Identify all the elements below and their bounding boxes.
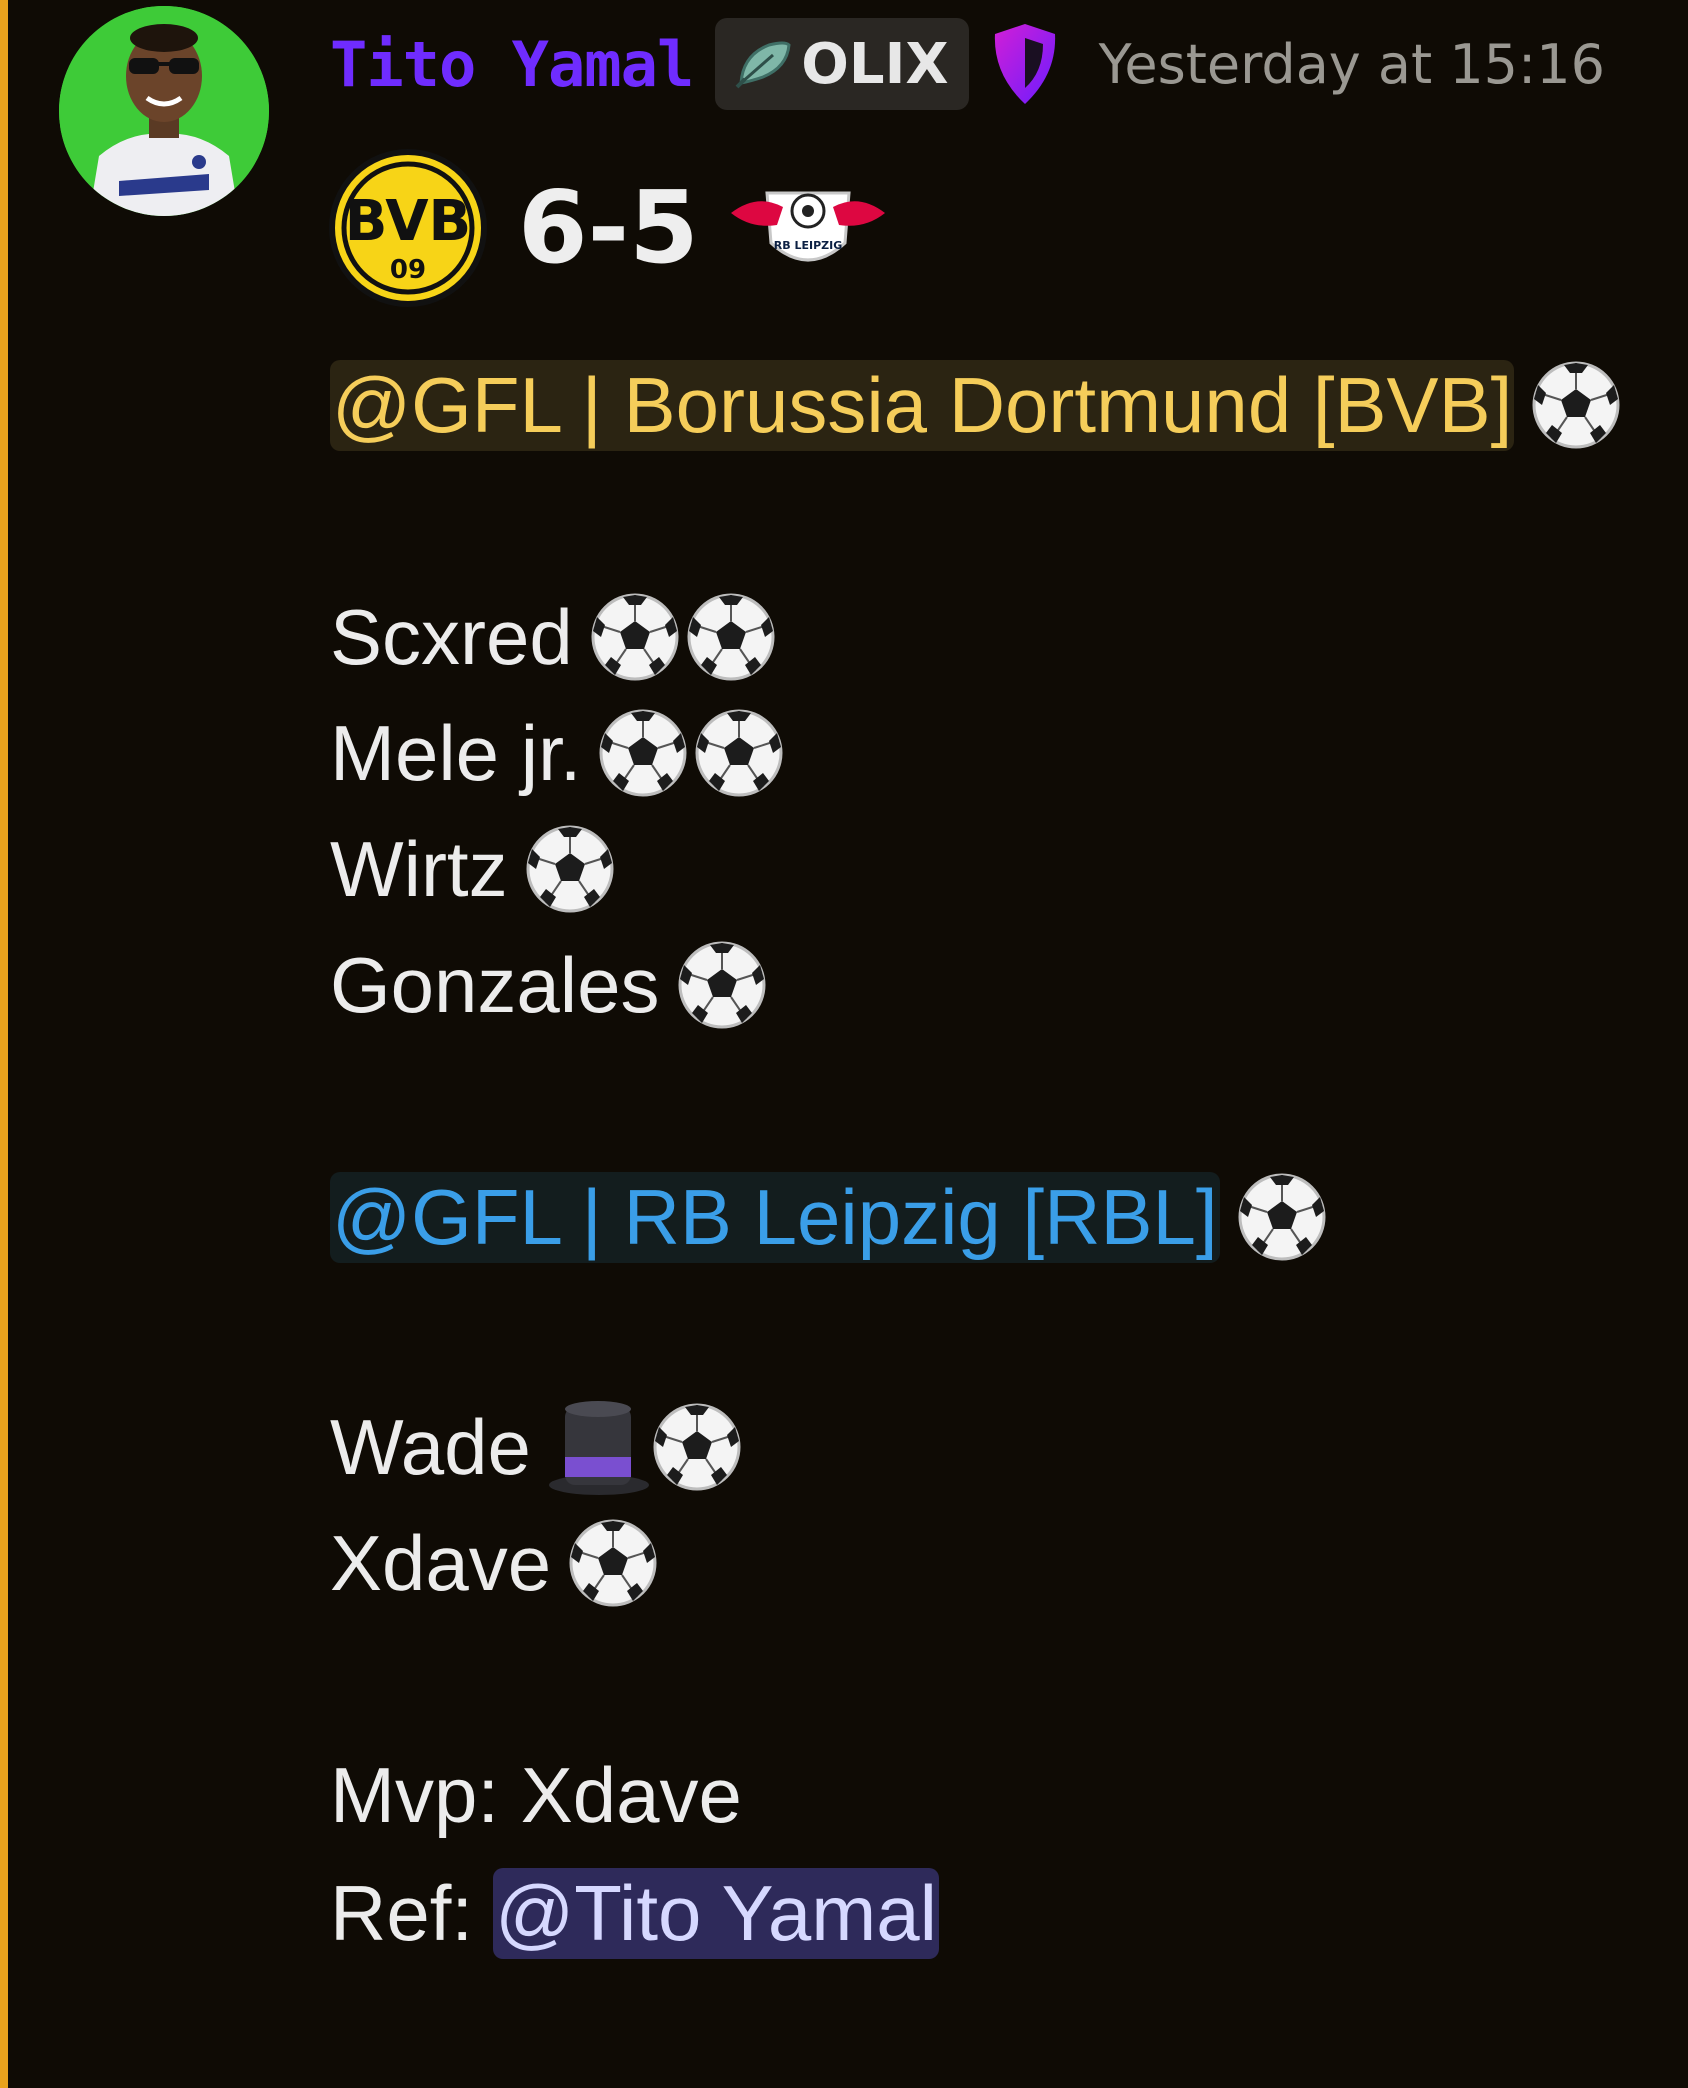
scorer-line: Wirtz	[330, 814, 616, 924]
discord-message: Tito Yamal OLIX Yesterday at 15:16 BVB 0…	[0, 0, 1688, 2088]
bvb-logo-number: 09	[390, 255, 426, 285]
soccer-ball-icon	[1530, 359, 1622, 451]
soccer-ball-icon	[597, 707, 689, 799]
top-hat-icon	[547, 1397, 651, 1497]
soccer-ball-icon	[676, 939, 768, 1031]
score-row: BVB 09 6-5 RB LEIPZIG	[328, 145, 889, 310]
soccer-ball-icon	[589, 591, 681, 683]
scorer-name: Wade	[330, 1402, 531, 1491]
soccer-ball-icon	[1236, 1171, 1328, 1263]
away-team-mention[interactable]: @GFL | RB Leipzig [RBL]	[330, 1171, 1220, 1263]
match-score: 6-5	[518, 169, 699, 286]
shield-icon	[991, 22, 1059, 106]
home-team-mention[interactable]: @GFL | Borussia Dortmund [BVB]	[330, 359, 1515, 451]
bvb-logo-icon: BVB 09	[328, 148, 488, 308]
away-team-line: @GFL | RB Leipzig [RBL]	[330, 1160, 1328, 1274]
rb-logo-text: RB LEIPZIG	[773, 239, 841, 252]
message-header: Tito Yamal OLIX Yesterday at 15:16	[330, 14, 1605, 114]
soccer-ball-icon	[651, 1401, 743, 1493]
scorer-name: Xdave	[330, 1518, 552, 1607]
soccer-ball-icon	[685, 591, 777, 683]
soccer-ball-icon	[693, 707, 785, 799]
scorer-line: Wade	[330, 1392, 743, 1502]
soccer-ball-icon	[567, 1517, 659, 1609]
rb-leipzig-logo-icon: RB LEIPZIG	[727, 173, 889, 283]
bvb-logo-letters: BVB	[345, 189, 471, 254]
author-name[interactable]: Tito Yamal	[330, 28, 694, 101]
ref-label: Ref:	[330, 1868, 474, 1957]
mvp-text: Mvp: Xdave	[330, 1750, 742, 1839]
scorer-line: Scxred	[330, 582, 777, 692]
scorer-name: Wirtz	[330, 824, 508, 913]
mvp-line: Mvp: Xdave	[330, 1740, 742, 1850]
scorer-line: Gonzales	[330, 930, 768, 1040]
feather-icon	[733, 37, 793, 91]
ref-line: Ref: @Tito Yamal	[330, 1856, 939, 1970]
scorer-name: Mele jr.	[330, 708, 582, 797]
scorer-line: Mele jr.	[330, 698, 785, 808]
scorer-name: Gonzales	[330, 940, 660, 1029]
avatar[interactable]	[59, 6, 269, 216]
server-tag[interactable]: OLIX	[715, 18, 969, 110]
highlight-accent-bar	[0, 0, 8, 2088]
ref-user-mention[interactable]: @Tito Yamal	[493, 1867, 939, 1959]
message-timestamp[interactable]: Yesterday at 15:16	[1099, 33, 1605, 96]
server-tag-label: OLIX	[801, 31, 949, 97]
scorer-line: Xdave	[330, 1508, 659, 1618]
soccer-ball-icon	[524, 823, 616, 915]
home-team-line: @GFL | Borussia Dortmund [BVB]	[330, 350, 1622, 460]
scorer-name: Scxred	[330, 592, 573, 681]
